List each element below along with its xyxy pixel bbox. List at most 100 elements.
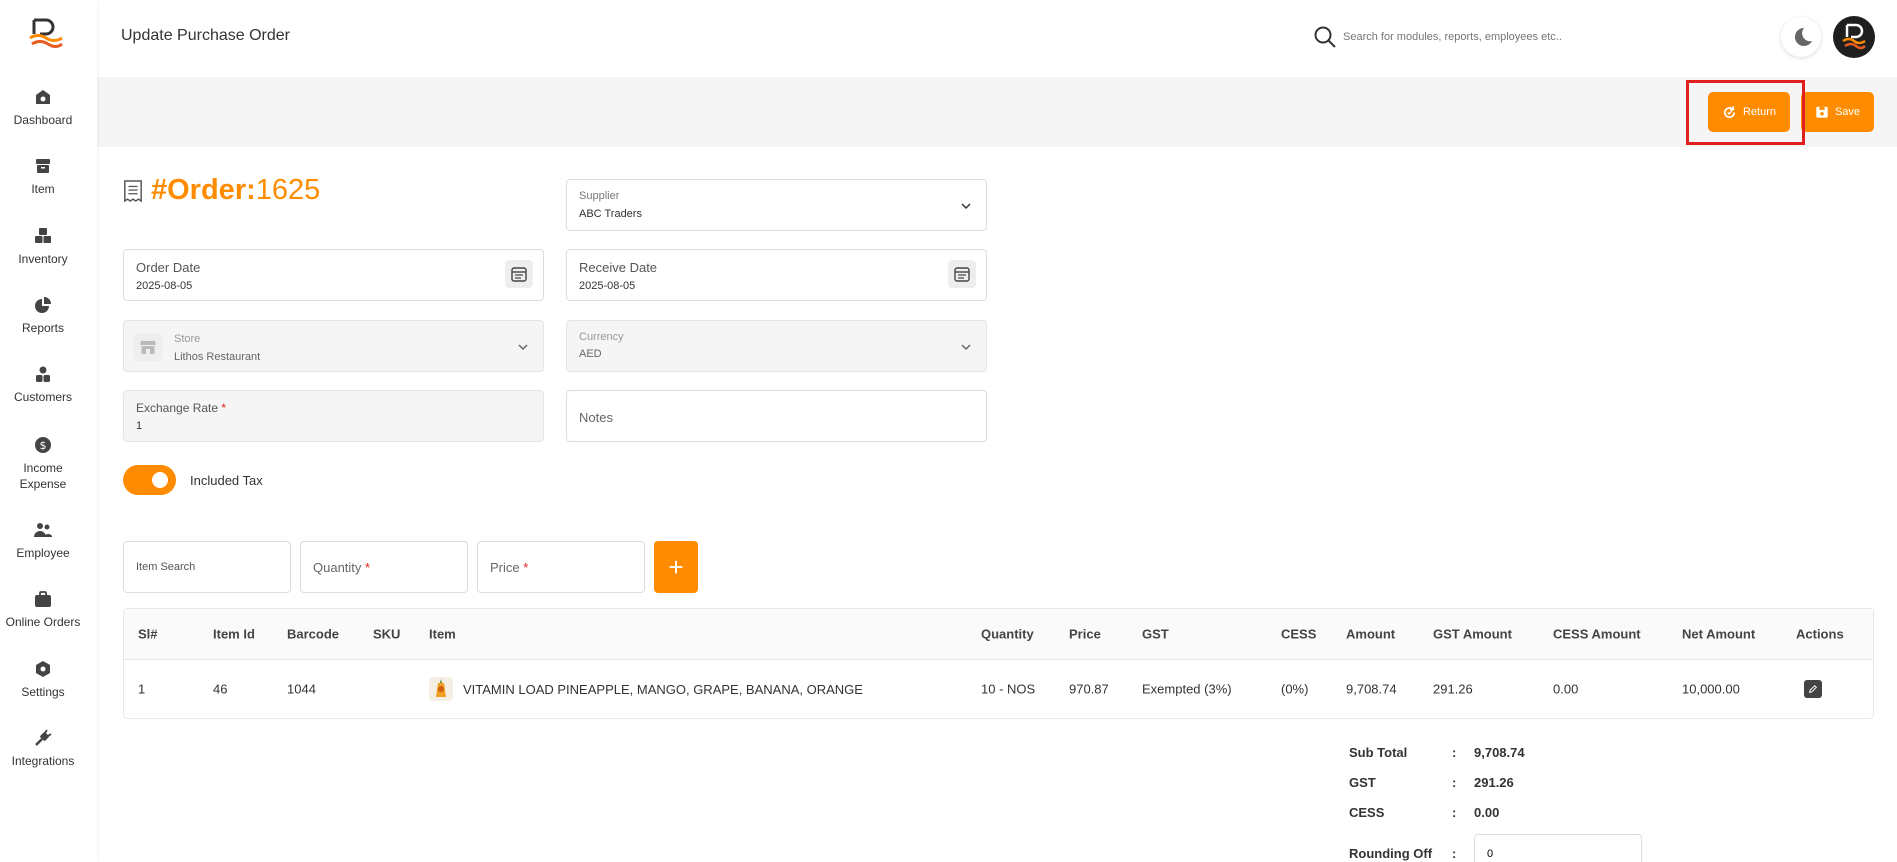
- settings-icon: [36, 661, 50, 677]
- sidebar-item-label: Income Expense: [19, 461, 67, 491]
- sidebar-item-label: Item: [31, 182, 55, 196]
- order-title: #Order:1625: [123, 174, 320, 207]
- supplier-select[interactable]: Supplier ABC Traders: [566, 179, 987, 231]
- cell-gst: Exempted (3%): [1142, 681, 1232, 697]
- price-label: Price *: [490, 560, 529, 575]
- svg-text:$: $: [40, 439, 47, 452]
- summary-colon: :: [1452, 846, 1457, 861]
- sidebar-item-label: Inventory: [18, 252, 68, 266]
- sidebar-item-label: Customers: [13, 390, 72, 404]
- add-item-button[interactable]: +: [654, 541, 698, 593]
- save-button[interactable]: Save: [1801, 92, 1874, 132]
- calendar-icon: [511, 267, 527, 282]
- item-search-input[interactable]: Item Search: [123, 541, 291, 593]
- sidebar-item-item[interactable]: Item: [0, 157, 86, 197]
- sidebar-item-label: Online Orders: [5, 615, 81, 629]
- sidebar-item-customers[interactable]: Customers: [0, 365, 86, 405]
- sidebar-item-label: Dashboard: [13, 113, 73, 127]
- product-thumbnail-icon: [429, 677, 453, 701]
- sidebar: Dashboard Item Inventory Reports Custome…: [0, 0, 97, 862]
- column-header: Sl#: [138, 626, 158, 642]
- brand-logo-icon[interactable]: [26, 16, 66, 52]
- exchange-rate-field[interactable]: Exchange Rate * 1: [123, 390, 544, 442]
- cell-barcode: 1044: [287, 681, 316, 697]
- included-tax-label: Included Tax: [190, 473, 263, 488]
- column-header: GST: [1142, 626, 1169, 642]
- receive-date-label: Receive Date: [579, 260, 658, 275]
- notes-placeholder: Notes: [579, 410, 613, 425]
- currency-value: AED: [579, 348, 602, 360]
- action-toolbar: [97, 77, 1897, 147]
- cess-total-value: 0.00: [1474, 805, 1500, 820]
- return-highlight-box: [1686, 80, 1805, 145]
- sidebar-item-label: Employee: [16, 546, 70, 560]
- store-icon-box: [134, 333, 162, 361]
- sidebar-item-settings[interactable]: Settings: [0, 660, 86, 700]
- sidebar-item-income-expense[interactable]: $ Income Expense: [0, 436, 86, 492]
- receive-date-field[interactable]: Receive Date 2025-08-05: [566, 249, 987, 301]
- gst-total-value: 291.26: [1474, 775, 1514, 790]
- online-orders-icon: [35, 591, 51, 607]
- notes-field[interactable]: Notes: [566, 390, 987, 442]
- moon-icon: [1794, 27, 1812, 46]
- user-avatar[interactable]: [1833, 16, 1875, 58]
- income-expense-icon: $: [35, 437, 51, 453]
- inventory-icon: [35, 228, 51, 243]
- sidebar-item-online-orders[interactable]: Online Orders: [0, 590, 86, 630]
- summary-colon: :: [1452, 805, 1457, 820]
- sub-total-label: Sub Total: [1349, 745, 1408, 760]
- order-date-field[interactable]: Order Date 2025-08-05: [123, 249, 544, 301]
- sidebar-item-dashboard[interactable]: Dashboard: [0, 88, 86, 128]
- plus-icon: +: [668, 551, 684, 582]
- save-button-label: Save: [1834, 106, 1861, 118]
- supplier-value: ABC Traders: [579, 208, 642, 220]
- table-header: Sl# Item Id Barcode SKU Item Quantity Pr…: [124, 609, 1873, 660]
- price-input[interactable]: Price *: [477, 541, 645, 593]
- quantity-input[interactable]: Quantity *: [300, 541, 468, 593]
- integrations-icon: [35, 729, 52, 746]
- customers-icon: [36, 366, 50, 382]
- column-header: Quantity: [981, 626, 1034, 642]
- rounding-off-label: Rounding Off: [1349, 846, 1433, 861]
- column-header: GST Amount: [1433, 626, 1512, 642]
- cell-price: 970.87: [1069, 681, 1109, 697]
- sidebar-item-employee[interactable]: Employee: [0, 521, 86, 561]
- sidebar-item-reports[interactable]: Reports: [0, 296, 86, 336]
- top-header: Update Purchase Order: [97, 0, 1897, 77]
- cell-cess: (0%): [1281, 681, 1309, 697]
- save-icon: [1816, 106, 1828, 118]
- sub-total-value: 9,708.74: [1474, 745, 1525, 760]
- sidebar-item-label: Integrations: [11, 754, 75, 768]
- sidebar-item-integrations[interactable]: Integrations: [0, 729, 86, 769]
- supplier-label: Supplier: [579, 190, 620, 202]
- order-number: 1625: [255, 174, 321, 206]
- column-header: Amount: [1346, 626, 1396, 642]
- search-icon[interactable]: [1313, 25, 1337, 49]
- order-date-label: Order Date: [136, 260, 201, 275]
- edit-icon: [1809, 684, 1818, 693]
- rounding-off-input[interactable]: [1474, 834, 1642, 862]
- brand-avatar-icon: [1842, 23, 1866, 50]
- chevron-down-icon: [961, 344, 971, 351]
- chevron-down-icon: [518, 344, 528, 351]
- store-label: Store: [174, 333, 201, 345]
- column-header: Net Amount: [1682, 626, 1756, 642]
- edit-row-button[interactable]: [1804, 680, 1822, 698]
- theme-toggle-button[interactable]: [1781, 17, 1821, 57]
- sidebar-item-inventory[interactable]: Inventory: [0, 227, 86, 267]
- cess-total-label: CESS: [1349, 805, 1385, 820]
- receive-date-calendar-button[interactable]: [948, 260, 976, 288]
- column-header: Price: [1069, 626, 1101, 642]
- included-tax-toggle[interactable]: [123, 465, 176, 495]
- global-search-input[interactable]: [1343, 22, 1643, 52]
- dashboard-icon: [36, 90, 50, 104]
- receipt-icon: [124, 179, 142, 202]
- cell-item: VITAMIN LOAD PINEAPPLE, MANGO, GRAPE, BA…: [429, 677, 863, 701]
- exchange-rate-value: 1: [136, 420, 143, 432]
- order-date-value: 2025-08-05: [136, 280, 193, 292]
- column-header: Barcode: [287, 626, 340, 642]
- store-select: Store Lithos Restaurant: [123, 320, 544, 372]
- quantity-label: Quantity *: [313, 560, 371, 575]
- cell-item-id: 46: [213, 681, 228, 697]
- order-date-calendar-button[interactable]: [505, 260, 533, 288]
